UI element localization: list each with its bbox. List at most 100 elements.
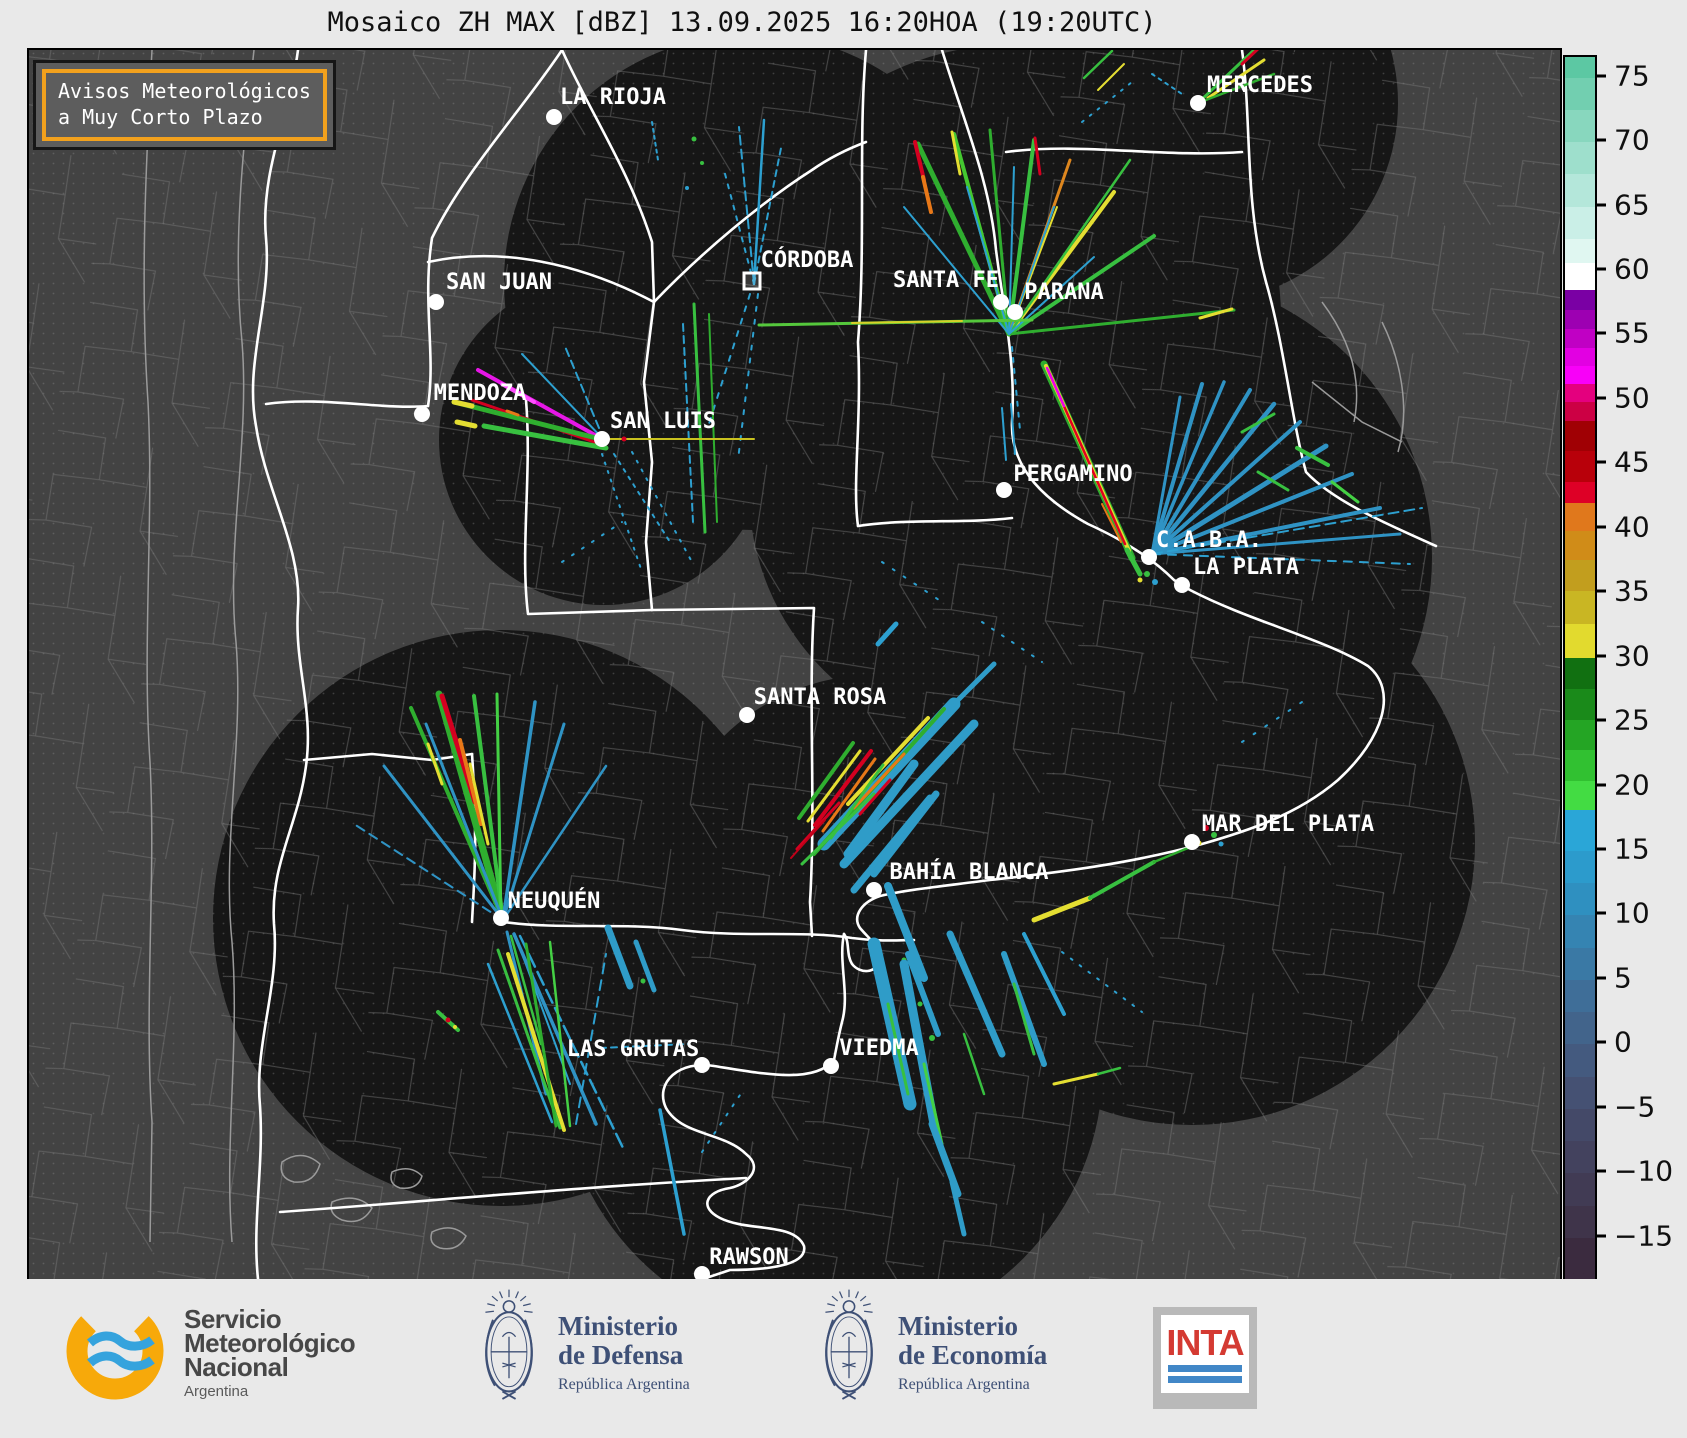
city-label: MENDOZA (433, 381, 527, 406)
colorbar-tick-mark (1597, 654, 1606, 658)
warning-line-2: a Muy Corto Plazo (58, 105, 263, 129)
city-dot (428, 294, 444, 310)
colorbar-tick-label: 25 (1614, 703, 1650, 737)
city-label: MAR DEL PLATA (1201, 812, 1375, 837)
colorbar-tick-label: 35 (1614, 574, 1650, 608)
city-label: LAS GRUTAS (566, 1037, 700, 1062)
city-label: MERCEDES (1207, 73, 1313, 98)
economia-title-2: de Economía (898, 1339, 1048, 1370)
ministerio-defensa-block: Ministerio de Defensa República Argentin… (476, 1287, 690, 1411)
colorbar-tick-mark (1597, 1169, 1606, 1173)
colorbar-tick-mark (1597, 783, 1606, 787)
city-dot (739, 707, 755, 723)
smn-logo-text: Servicio Meteorológico Nacional Argentin… (184, 1306, 356, 1407)
colorbar-tick-label: 75 (1614, 59, 1650, 93)
economia-subtitle: República Argentina (898, 1375, 1030, 1393)
colorbar-tick-label: 5 (1614, 961, 1632, 995)
colorbar-tick-mark (1597, 331, 1606, 335)
city-label: PARANA (1024, 280, 1104, 305)
colorbar-tick-mark (1597, 525, 1606, 529)
city-dot (546, 109, 562, 125)
city-dot (993, 294, 1009, 310)
warning-box: Avisos Meteorológicos a Muy Corto Plazo (33, 60, 336, 150)
city-label: SAN LUIS (610, 409, 716, 434)
footer: Servicio Meteorológico Nacional Argentin… (0, 1279, 1687, 1438)
city-label: SAN JUAN (446, 270, 552, 295)
colorbar-tick-mark (1597, 138, 1606, 142)
warning-line-1: Avisos Meteorológicos (58, 79, 311, 103)
city-dot (996, 482, 1012, 498)
radar-map: LA RIOJA MERCEDES SAN JUAN CÓRDOBA SANTA FE P… (27, 48, 1562, 1281)
city-label: SANTA FE (893, 268, 999, 293)
inta-bar-2 (1168, 1376, 1242, 1383)
defensa-subtitle: República Argentina (558, 1375, 690, 1393)
city-dot (823, 1058, 839, 1074)
colorbar-tick-mark (1597, 203, 1606, 207)
city-dot (414, 406, 430, 422)
ministerio-economia-text: Ministerio de Economía República Argenti… (898, 1306, 1047, 1393)
city-dot (1174, 577, 1190, 593)
city-label: LA RIOJA (560, 85, 666, 110)
city-label: RAWSON (709, 1245, 789, 1270)
colorbar-tick-label: 0 (1614, 1025, 1632, 1059)
ministerio-economia-block: Ministerio de Economía República Argenti… (816, 1287, 1047, 1411)
coat-of-arms-icon (824, 1288, 874, 1401)
colorbar-tick-label: 15 (1614, 832, 1650, 866)
colorbar-tick-label: 60 (1614, 252, 1650, 286)
city-label: BAHÍA BLANCA (889, 860, 1049, 885)
city-dot (493, 910, 509, 926)
colorbar-scale (1565, 57, 1595, 1279)
colorbar-tick-label: 65 (1614, 188, 1650, 222)
colorbar-tick-mark (1597, 74, 1606, 78)
defensa-title-2: de Defensa (558, 1339, 684, 1370)
colorbar-ticks: 75 70 65 60 55 50 45 40 35 30 25 20 15 10 5 0 −5 −10 −15 (1597, 55, 1687, 1277)
city-label: PERGAMINO (1013, 462, 1133, 487)
city-dot (1007, 304, 1023, 320)
warning-box-inner: Avisos Meteorológicos a Muy Corto Plazo (42, 69, 327, 141)
colorbar-tick-mark (1597, 1040, 1606, 1044)
smn-line-3: Nacional (184, 1352, 289, 1382)
colorbar (1563, 55, 1597, 1281)
inta-logo: INTA (1153, 1307, 1257, 1409)
colorbar-tick-label: 30 (1614, 639, 1650, 673)
city-label: SANTA ROSA (753, 685, 887, 710)
colorbar-tick-label: 20 (1614, 768, 1650, 802)
smn-line-4: Argentina (184, 1383, 249, 1400)
colorbar-tick-mark (1597, 847, 1606, 851)
economia-title-1: Ministerio (898, 1310, 1018, 1341)
map-art (29, 50, 1560, 1279)
city-dot (1184, 834, 1200, 850)
colorbar-tick-label: 45 (1614, 445, 1650, 479)
colorbar-tick-mark (1597, 976, 1606, 980)
radar-mosaic-page: Mosaico ZH MAX [dBZ] 13.09.2025 16:20HOA… (0, 0, 1687, 1438)
defensa-title-1: Ministerio (558, 1310, 678, 1341)
colorbar-tick-mark (1597, 460, 1606, 464)
colorbar-tick-label: 50 (1614, 381, 1650, 415)
colorbar-tick-label: 55 (1614, 316, 1650, 350)
smn-logo-icon (66, 1302, 164, 1400)
page-title: Mosaico ZH MAX [dBZ] 13.09.2025 16:20HOA… (327, 7, 1157, 38)
colorbar-tick-mark (1597, 1105, 1606, 1109)
city-label: CÓRDOBA (760, 248, 854, 273)
ministerio-defensa-text: Ministerio de Defensa República Argentin… (558, 1306, 690, 1393)
colorbar-tick-mark (1597, 396, 1606, 400)
colorbar-tick-mark (1597, 1234, 1606, 1238)
inta-logo-inner: INTA (1161, 1315, 1249, 1393)
smn-logo-block: Servicio Meteorológico Nacional Argentin… (60, 1295, 356, 1407)
inta-bar-1 (1168, 1365, 1242, 1372)
colorbar-tick-label: 10 (1614, 896, 1650, 930)
colorbar-tick-mark (1597, 911, 1606, 915)
city-dot (1190, 95, 1206, 111)
radar-site-marker (742, 271, 762, 291)
colorbar-tick-label: 70 (1614, 123, 1650, 157)
city-dot (1141, 549, 1157, 565)
colorbar-tick-mark (1597, 267, 1606, 271)
city-dot (594, 431, 610, 447)
colorbar-tick-mark (1597, 589, 1606, 593)
colorbar-tick-label: −5 (1614, 1090, 1656, 1124)
city-label: NEUQUÉN (507, 889, 601, 914)
city-label: LA PLATA (1193, 555, 1299, 580)
city-label: VIEDMA (839, 1036, 919, 1061)
colorbar-tick-label: −15 (1614, 1219, 1674, 1253)
colorbar-tick-mark (1597, 718, 1606, 722)
